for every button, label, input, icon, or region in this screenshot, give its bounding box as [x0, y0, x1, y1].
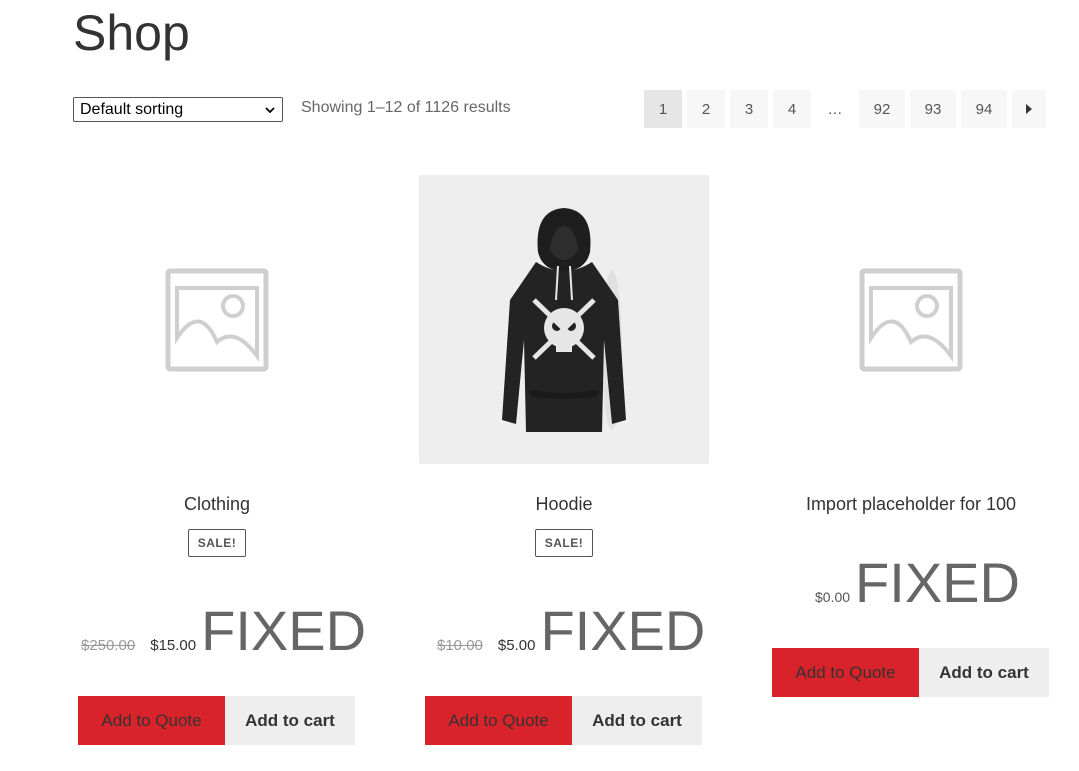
page-93-link[interactable]: 93 — [910, 90, 956, 128]
product-title[interactable]: Import placeholder for 100 — [766, 494, 1056, 516]
add-to-quote-button[interactable]: Add to Quote — [425, 696, 572, 745]
chevron-down-icon — [265, 106, 275, 113]
page-1-current: 1 — [644, 90, 682, 128]
product-price: $10.00 $5.00 FIXED — [437, 598, 705, 663]
page-2-link[interactable]: 2 — [687, 90, 725, 128]
product-actions: Add to Quote Add to cart — [78, 696, 355, 745]
add-to-cart-button[interactable]: Add to cart — [919, 648, 1049, 697]
price-regular: $250.00 — [81, 637, 136, 654]
sale-badge: SALE! — [534, 529, 594, 557]
price-suffix: FIXED — [201, 599, 367, 662]
page-3-link[interactable]: 3 — [730, 90, 768, 128]
placeholder-image-icon — [859, 268, 963, 371]
add-to-cart-button[interactable]: Add to cart — [225, 696, 355, 745]
price-sale: $5.00 — [497, 637, 536, 654]
product-card: Hoodie SALE! — [419, 175, 709, 557]
sale-badge: SALE! — [187, 529, 247, 557]
next-page-button[interactable] — [1012, 90, 1046, 128]
sort-select-value: Default sorting — [80, 100, 184, 118]
product-image-link[interactable] — [766, 175, 1056, 464]
product-title[interactable]: Hoodie — [419, 494, 709, 516]
add-to-quote-button[interactable]: Add to Quote — [772, 648, 919, 697]
result-count: Showing 1–12 of 1126 results — [301, 99, 511, 116]
page-94-link[interactable]: 94 — [961, 90, 1007, 128]
product-actions: Add to Quote Add to cart — [425, 696, 702, 745]
product-actions: Add to Quote Add to cart — [772, 648, 1049, 697]
product-image-link[interactable] — [419, 175, 709, 464]
hoodie-image — [502, 207, 626, 432]
placeholder-image-icon — [165, 268, 269, 371]
product-card: Clothing SALE! — [72, 175, 362, 557]
page-4-link[interactable]: 4 — [773, 90, 811, 128]
pagination: 1 2 3 4 … 92 93 94 — [644, 90, 1046, 128]
page-92-link[interactable]: 92 — [859, 90, 905, 128]
product-price: $0.00 FIXED — [815, 550, 1020, 615]
product-card: Import placeholder for 100 — [766, 175, 1056, 516]
add-to-quote-button[interactable]: Add to Quote — [78, 696, 225, 745]
price-regular: $10.00 — [437, 637, 483, 654]
price-suffix: FIXED — [540, 599, 706, 662]
price-suffix: FIXED — [855, 551, 1020, 614]
add-to-cart-button[interactable]: Add to cart — [572, 696, 702, 745]
sort-select[interactable]: Default sorting — [73, 97, 283, 122]
page-title: Shop — [73, 5, 190, 61]
price-sale: $15.00 — [150, 637, 197, 654]
triangle-right-icon — [1026, 104, 1032, 114]
product-image-link[interactable] — [72, 175, 362, 464]
page-ellipsis: … — [816, 90, 854, 128]
product-price: $250.00 $15.00 FIXED — [81, 598, 366, 663]
product-title[interactable]: Clothing — [72, 494, 362, 516]
price-sale: $0.00 — [815, 589, 851, 605]
